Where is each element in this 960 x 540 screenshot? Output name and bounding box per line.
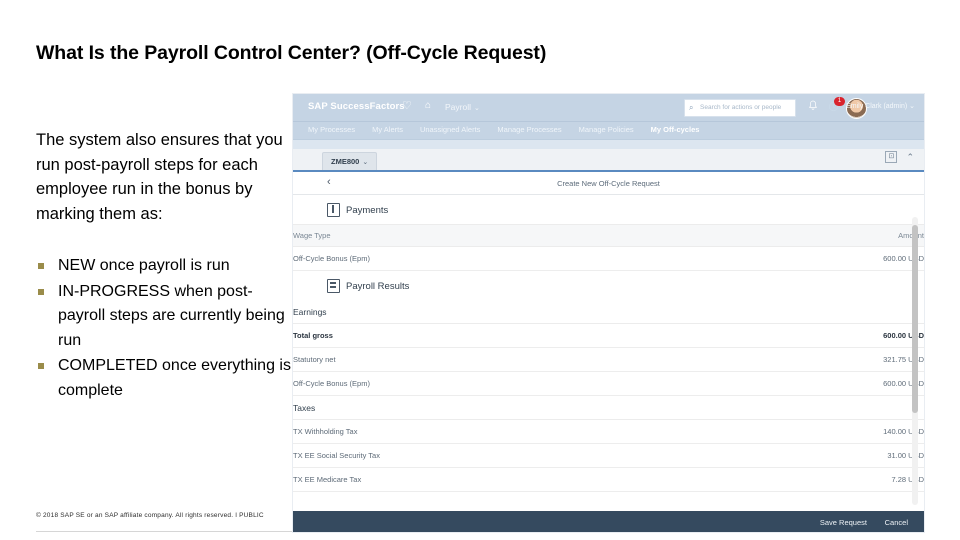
intro-paragraph: The system also ensures that you run pos… [36,131,283,223]
cell-value: 7.28 USD [722,467,924,492]
status-bullet-list: NEW once payroll is run IN-PROGRESS when… [36,254,294,404]
search-input[interactable]: ⌕ Search for actions or people [684,99,796,117]
form-scroll-area: Payments Wage Type Amount Off-Cycle Bonu… [293,195,924,511]
user-menu-label[interactable]: Emily Clark (admin) ⌄ [846,102,915,110]
table-row[interactable]: Statutory net 321.75 USD [293,347,924,372]
table-row[interactable]: TX EE Social Security Tax 31.00 USD [293,443,924,468]
group-label: Earnings [293,300,723,324]
column-header-amount: Amount [705,224,924,247]
list-item: NEW once payroll is run [36,254,294,279]
list-item-label: IN-PROGRESS when post-payroll steps are … [58,282,285,349]
table-header-row: Wage Type Amount [293,224,924,247]
module-selector-label: Payroll [445,102,471,112]
cell-value: 600.00 USD [722,323,924,348]
nav-tab-manage-processes[interactable]: Manage Processes [497,125,561,134]
search-placeholder: Search for actions or people [700,104,782,111]
panel-controls: ⊡ ⌃ [885,151,914,163]
cell-value: 600.00 USD [722,371,924,396]
chevron-down-icon: ⌄ [362,159,369,166]
table-row[interactable]: Total gross 600.00 USD [293,323,924,348]
nav-tab-my-processes[interactable]: My Processes [308,125,355,134]
payroll-results-section-title: Payroll Results [346,280,410,292]
table-row[interactable]: Off-Cycle Bonus (Epm) 600.00 USD [293,246,924,271]
app-shell-header: SAP SuccessFactors ♡ ⌂ Payroll ⌄ ⌕ Search… [293,94,924,122]
sap-successfactors-logo: SAP SuccessFactors [308,101,405,112]
payroll-results-section: Payroll Results Earnings Total gross 600… [293,271,924,492]
cell-amount: 600.00 USD [705,246,924,271]
collapse-panel-icon[interactable]: ⌃ [906,152,914,163]
list-item: COMPLETED once everything is complete [36,354,294,403]
nav-tab-unassigned-alerts[interactable]: Unassigned Alerts [420,125,480,134]
page-header-bar: ‹ Create New Off-Cycle Request [293,172,924,195]
chevron-down-icon: ⌄ [909,103,915,110]
scrollbar-thumb[interactable] [912,225,918,413]
copyright-notice: © 2018 SAP SE or an SAP affiliate compan… [36,512,264,519]
cell-label: Total gross [293,323,723,348]
nav-underband [293,140,924,149]
embedded-app-screenshot: SAP SuccessFactors ♡ ⌂ Payroll ⌄ ⌕ Search… [293,94,924,532]
notifications-bell-icon[interactable] [808,100,818,114]
group-header-earnings: Earnings [293,300,924,324]
list-item: IN-PROGRESS when post-payroll steps are … [36,280,294,354]
bullet-marker-icon [38,288,44,295]
group-label: Taxes [293,395,723,420]
app-page-title: Create New Off-Cycle Request [557,179,660,188]
document-tab-strip: ZME800 ⌄ ⊡ ⌃ [293,149,924,172]
cell-wage-type: Off-Cycle Bonus (Epm) [293,246,706,271]
nav-tab-list: My Processes My Alerts Unassigned Alerts… [308,125,699,134]
payments-section-title: Payments [346,204,389,216]
module-selector[interactable]: Payroll ⌄ [445,102,480,112]
cancel-button[interactable]: Cancel [885,518,908,527]
cell-value: 321.75 USD [722,347,924,372]
save-request-button[interactable]: Save Request [820,518,867,527]
payments-table: Wage Type Amount Off-Cycle Bonus (Epm) 6… [293,224,924,271]
cell-label: Statutory net [293,347,723,372]
cell-label: Off-Cycle Bonus (Epm) [293,371,723,396]
alerts-badge-count: 1 [834,97,845,106]
bullet-marker-icon [38,263,44,269]
cell-label: TX Withholding Tax [293,419,723,444]
chevron-down-icon: ⌄ [473,105,480,112]
app-work-area: ZME800 ⌄ ⊡ ⌃ ‹ Create New Off-Cycle Reque… [293,149,924,532]
alerts-indicator[interactable]: 1 [828,97,845,115]
search-icon: ⌕ [689,102,694,112]
document-tab-label: ZME800 [331,157,360,166]
cell-label: TX EE Medicare Tax [293,467,723,492]
payment-icon [327,203,340,217]
list-item-label: NEW once payroll is run [58,257,230,274]
payroll-results-icon [327,279,340,293]
app-nav-bar: My Processes My Alerts Unassigned Alerts… [293,122,924,140]
nav-tab-my-off-cycles[interactable]: My Off-cycles [651,125,700,134]
cell-value: 31.00 USD [722,443,924,468]
group-header-taxes: Taxes [293,395,924,420]
cell-label: TX EE Social Security Tax [293,443,723,468]
column-header-wage-type: Wage Type [293,224,706,247]
payroll-results-section-header: Payroll Results [293,271,924,300]
list-item-label: COMPLETED once everything is complete [58,357,291,399]
app-footer-bar: Save Request Cancel [293,511,924,532]
nav-tab-manage-policies[interactable]: Manage Policies [579,125,634,134]
vertical-scrollbar[interactable] [912,217,918,505]
expand-panel-icon[interactable]: ⊡ [885,151,898,163]
payments-section: Payments Wage Type Amount Off-Cycle Bonu… [293,195,924,271]
bullet-marker-icon [38,363,44,369]
nav-tab-my-alerts[interactable]: My Alerts [372,125,403,134]
payments-section-header: Payments [293,195,924,224]
page-title: What Is the Payroll Control Center? (Off… [36,42,547,64]
table-row[interactable]: Off-Cycle Bonus (Epm) 600.00 USD [293,371,924,396]
cell-value: 140.00 USD [722,419,924,444]
payroll-results-table: Earnings Total gross 600.00 USD Statutor… [293,300,924,492]
document-tab-zme800[interactable]: ZME800 ⌄ [322,152,378,170]
table-row[interactable]: TX EE Medicare Tax 7.28 USD [293,467,924,492]
favorites-heart-icon[interactable]: ♡ [402,99,412,112]
user-name-text: Emily Clark (admin) [846,103,908,110]
table-row[interactable]: TX Withholding Tax 140.00 USD [293,419,924,444]
home-icon[interactable]: ⌂ [425,100,431,111]
